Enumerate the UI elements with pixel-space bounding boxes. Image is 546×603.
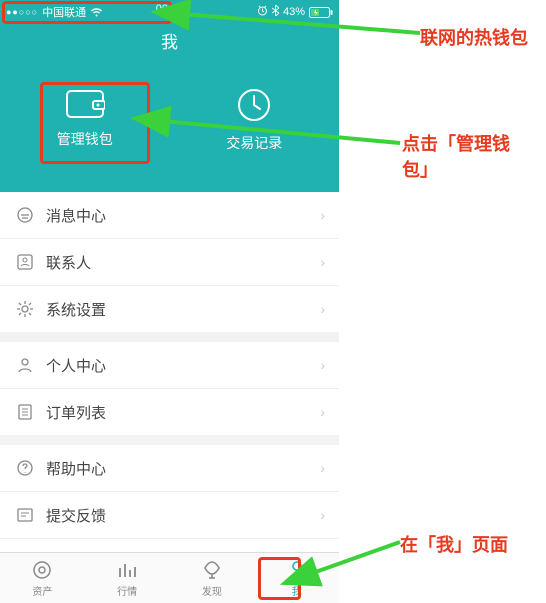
arrow-to-tab-me	[0, 0, 546, 603]
